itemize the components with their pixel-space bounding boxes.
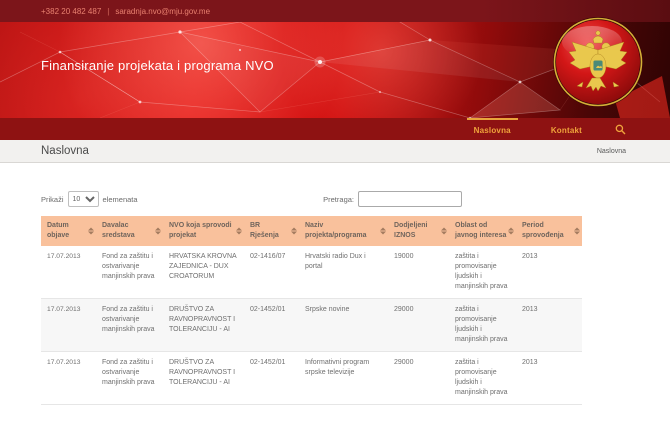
table-cell: Srpske novine <box>299 299 388 352</box>
column-label: Oblast od javnog interesa <box>455 222 506 239</box>
table-controls: Prikaži 10 elemenata Pretraga: <box>41 191 462 207</box>
table-cell: Fond za zaštitu i ostvarivanje manjinski… <box>96 352 163 405</box>
sort-icon <box>155 228 161 235</box>
montenegro-emblem-icon[interactable] <box>552 16 644 108</box>
column-header[interactable]: Davalac sredstava <box>96 216 163 246</box>
sort-icon <box>508 228 514 235</box>
table-row: 17.07.2013Fond za zaštitu i ostvarivanje… <box>41 352 582 405</box>
column-header[interactable]: NVO koja sprovodi projekat <box>163 216 244 246</box>
sort-icon <box>574 228 580 235</box>
main-nav: Naslovna Kontakt <box>0 118 670 140</box>
table-cell: 19000 <box>388 246 449 299</box>
table-cell: Informativni program srpske televizije <box>299 352 388 405</box>
sort-icon <box>291 228 297 235</box>
nav-search-button[interactable] <box>615 118 626 140</box>
column-label: Datum objave <box>47 222 69 239</box>
main-content: Prikaži 10 elemenata Pretraga: Datum obj… <box>0 163 670 405</box>
column-header[interactable]: Datum objave <box>41 216 96 246</box>
sort-icon <box>88 228 94 235</box>
site-title: Finansiranje projekata i programa NVO <box>41 58 274 73</box>
table-cell: 17.07.2013 <box>41 246 96 299</box>
topbar-separator: | <box>107 7 109 16</box>
table-cell: 2013 <box>516 352 582 405</box>
nav-item-kontakt[interactable]: Kontakt <box>544 118 589 140</box>
table-cell: 29000 <box>388 299 449 352</box>
table-cell: DRUŠTVO ZA RAVNOPRAVNOST I TOLERANCIJU -… <box>163 352 244 405</box>
column-label: Davalac sredstava <box>102 222 135 239</box>
column-label: BR Rješenja <box>250 222 279 239</box>
table-cell: 02-1452/01 <box>244 299 299 352</box>
table-cell: 02-1416/07 <box>244 246 299 299</box>
table-header-row: Datum objave Davalac sredstava NVO koja sp… <box>41 216 582 246</box>
page-title: Naslovna <box>41 145 89 157</box>
table-cell: zaštita i promovisanje ljudskih i manjin… <box>449 246 516 299</box>
column-label: Dodjeljeni IZNOS <box>394 222 427 239</box>
table-body: 17.07.2013Fond za zaštitu i ostvarivanje… <box>41 246 582 405</box>
sort-icon <box>441 228 447 235</box>
column-header[interactable]: BR Rješenja <box>244 216 299 246</box>
length-select[interactable]: 10 <box>68 191 99 207</box>
table-row: 17.07.2013Fond za zaštitu i ostvarivanje… <box>41 246 582 299</box>
table-cell: Fond za zaštitu i ostvarivanje manjinski… <box>96 246 163 299</box>
column-label: NVO koja sprovodi projekat <box>169 222 232 239</box>
table-cell: Fond za zaštitu i ostvarivanje manjinski… <box>96 299 163 352</box>
table-cell: 2013 <box>516 246 582 299</box>
breadcrumb[interactable]: Naslovna <box>597 148 626 155</box>
table-cell: 02-1452/01 <box>244 352 299 405</box>
titlebar: Naslovna Naslovna <box>0 140 670 163</box>
column-label: Naziv projekta/programa <box>305 222 366 239</box>
table-cell: DRUŠTVO ZA RAVNOPRAVNOST I TOLERANCIJU -… <box>163 299 244 352</box>
search-icon <box>615 124 626 135</box>
search-input[interactable] <box>358 191 462 207</box>
table-cell: 17.07.2013 <box>41 352 96 405</box>
page: +382 20 482 487 | saradnja.nvo@mju.gov.m… <box>0 0 670 433</box>
table-cell: HRVATSKA KROVNA ZAJEDNICA - DUX CROATORU… <box>163 246 244 299</box>
projects-table: Datum objave Davalac sredstava NVO koja sp… <box>41 216 582 405</box>
table-cell: 29000 <box>388 352 449 405</box>
table-cell: zaštita i promovisanje ljudskih i manjin… <box>449 299 516 352</box>
table-cell: zaštita i promovisanje ljudskih i manjin… <box>449 352 516 405</box>
column-header[interactable]: Dodjeljeni IZNOS <box>388 216 449 246</box>
search-label: Pretraga: <box>323 195 354 204</box>
table-cell: 17.07.2013 <box>41 299 96 352</box>
table-row: 17.07.2013Fond za zaštitu i ostvarivanje… <box>41 299 582 352</box>
table-cell: 2013 <box>516 299 582 352</box>
sort-icon <box>236 228 242 235</box>
search-control: Pretraga: <box>323 191 462 207</box>
sort-icon <box>380 228 386 235</box>
column-header[interactable]: Period sprovođenja <box>516 216 582 246</box>
topbar-email-link[interactable]: saradnja.nvo@mju.gov.me <box>115 7 210 16</box>
length-label: Prikaži <box>41 195 64 204</box>
topbar-phone: +382 20 482 487 <box>41 7 101 16</box>
column-label: Period sprovođenja <box>522 222 564 239</box>
length-suffix: elemenata <box>103 195 138 204</box>
length-control: Prikaži 10 elemenata <box>41 191 138 207</box>
column-header[interactable]: Oblast od javnog interesa <box>449 216 516 246</box>
table-cell: Hrvatski radio Dux i portal <box>299 246 388 299</box>
nav-item-naslovna[interactable]: Naslovna <box>467 118 518 140</box>
column-header[interactable]: Naziv projekta/programa <box>299 216 388 246</box>
